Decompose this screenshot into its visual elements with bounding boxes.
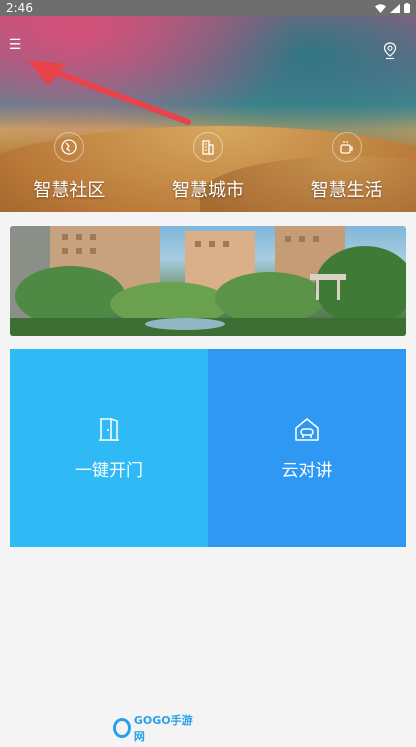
wifi-icon xyxy=(375,3,386,13)
category-city[interactable]: 智慧城市 xyxy=(148,132,268,212)
category-row: 智慧社区 智慧城市 智慧生活 xyxy=(0,132,416,212)
intercom-icon xyxy=(295,417,319,441)
category-label: 智慧生活 xyxy=(310,180,383,201)
community-banner-image[interactable] xyxy=(10,226,406,336)
signal-icon xyxy=(390,3,400,13)
location-icon[interactable] xyxy=(382,42,398,60)
cloud-intercom-button[interactable]: 云对讲 xyxy=(208,349,406,547)
tile-label: 一键开门 xyxy=(75,460,143,481)
hero-header: ☰ 智慧社区 智慧城市 智慧生活 xyxy=(0,16,416,212)
watermark-text: GOGO手游网 xyxy=(133,714,193,743)
one-key-open-door-button[interactable]: 一键开门 xyxy=(10,349,208,547)
function-tiles: 一键开门 云对讲 xyxy=(10,349,406,547)
category-life[interactable]: 智慧生活 xyxy=(287,132,407,212)
status-time: 2:46 xyxy=(6,1,33,15)
banner-illustration xyxy=(10,226,406,336)
battery-icon xyxy=(404,3,410,13)
menu-icon[interactable]: ☰ xyxy=(6,36,24,54)
community-icon xyxy=(54,132,85,162)
status-icons xyxy=(375,3,410,13)
watermark-logo: GOGO手游网 xyxy=(113,714,193,743)
status-bar: 2:46 xyxy=(0,0,416,16)
category-label: 智慧城市 xyxy=(171,180,244,201)
category-community[interactable]: 智慧社区 xyxy=(9,132,129,212)
category-label: 智慧社区 xyxy=(33,180,106,201)
city-building-icon xyxy=(192,132,223,162)
tile-label: 云对讲 xyxy=(281,460,333,481)
watermark-icon xyxy=(113,718,131,738)
door-icon xyxy=(99,417,119,441)
coffee-cup-icon xyxy=(331,132,362,162)
annotation-arrow xyxy=(28,60,191,125)
